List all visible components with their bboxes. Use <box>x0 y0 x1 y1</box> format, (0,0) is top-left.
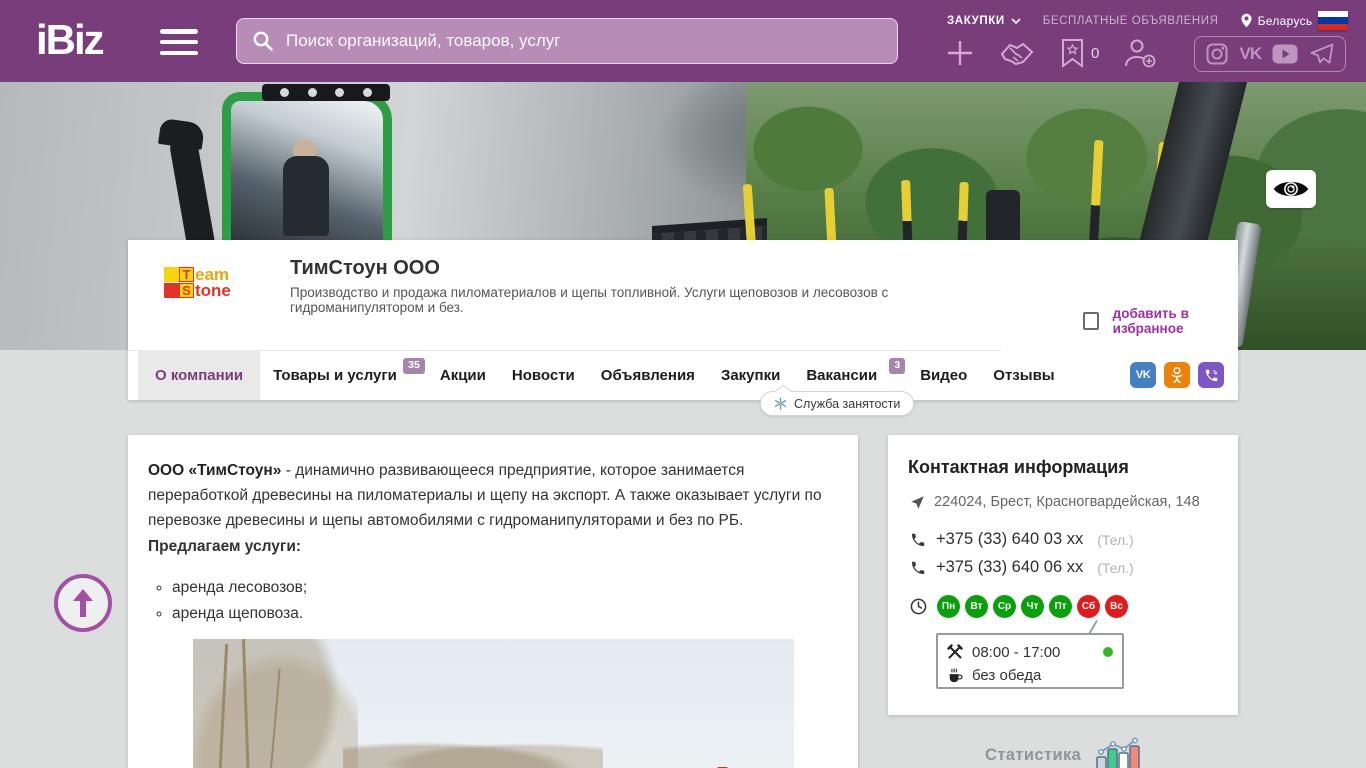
employment-service-chip[interactable]: Служба занятости <box>760 391 915 416</box>
tab-badge: 35 <box>403 358 425 374</box>
about-section: ООО «ТимСтоун» - динамично развивающееся… <box>128 435 858 768</box>
address-row: 224024, Брест, Красногвардейская, 148 <box>910 494 1200 510</box>
bookmark-star-icon <box>1062 39 1083 68</box>
list-item: аренда лесовозов; <box>172 575 838 600</box>
hamburger-menu-icon[interactable] <box>160 29 198 55</box>
company-photo <box>192 639 794 768</box>
tab-reviews[interactable]: Отзывы <box>980 350 1067 400</box>
navigation-arrow-icon <box>911 495 924 509</box>
top-link-zakupki[interactable]: ЗАКУПКИ <box>947 15 1021 27</box>
favorites-count: 0 <box>1091 44 1100 62</box>
list-item: аренда щеповоза. <box>172 601 838 626</box>
phone-number[interactable]: +375 (33) 640 03 xx <box>936 530 1083 549</box>
clock-icon <box>910 598 927 615</box>
company-description: Производство и продажа пиломатериалов и … <box>290 285 889 315</box>
company-logo: T eam S tone <box>158 254 242 338</box>
contact-info-card: Контактная информация 224024, Брест, Кра… <box>888 435 1238 715</box>
chart-icon <box>1096 737 1140 768</box>
lunch-info: без обеда <box>972 666 1042 684</box>
tools-icon <box>947 644 963 659</box>
day-badge[interactable]: Пт <box>1049 595 1072 618</box>
favorite-checkbox[interactable] <box>1083 312 1099 330</box>
working-hours: 08:00 - 17:00 <box>972 643 1061 661</box>
header: iBiz ЗАКУПКИ БЕСПЛАТНЫЕ ОБЪЯВЛЕНИЯ Белар… <box>0 0 1366 82</box>
scroll-to-top-button[interactable] <box>54 574 112 632</box>
add-to-favorites[interactable]: добавить в избранное <box>1083 306 1238 336</box>
tab-about[interactable]: О компании <box>138 350 261 400</box>
search-bar <box>236 18 898 64</box>
header-action-icons: 0 <box>946 37 1157 69</box>
day-badge[interactable]: Вс <box>1105 595 1128 618</box>
company-card: T eam S tone ТимСтоун ООО Производство и… <box>128 240 1238 400</box>
vk-icon[interactable]: VK <box>1130 362 1156 388</box>
arrow-up-icon <box>73 589 93 617</box>
day-badge[interactable]: Вт <box>965 595 988 618</box>
snowflake-icon <box>774 397 787 410</box>
company-social-links: VK <box>1130 362 1224 388</box>
coffee-cup-icon <box>949 667 963 682</box>
company-tabs: О компании Товары и услуги 35 Акции Новос… <box>138 350 1068 400</box>
viber-icon[interactable] <box>1198 362 1224 388</box>
partners-button[interactable] <box>998 38 1036 68</box>
contact-title: Контактная информация <box>908 457 1129 477</box>
day-badge[interactable]: Ср <box>993 595 1016 618</box>
vk-icon[interactable]: VK <box>1240 44 1263 64</box>
location-pin-icon <box>1241 13 1252 28</box>
telegram-icon[interactable] <box>1310 43 1334 65</box>
top-link-country[interactable]: Беларусь <box>1241 13 1313 28</box>
day-badge[interactable]: Сб <box>1077 595 1100 618</box>
day-badge[interactable]: Чт <box>1021 595 1044 618</box>
phone-row[interactable]: +375 (33) 640 03 xx (Тел.) <box>910 530 1134 549</box>
phone-number[interactable]: +375 (33) 640 06 xx <box>936 558 1083 577</box>
top-link-free-ads[interactable]: БЕСПЛАТНЫЕ ОБЪЯВЛЕНИЯ <box>1043 15 1219 27</box>
tab-video[interactable]: Видео <box>907 350 980 400</box>
handshake-icon <box>1000 42 1034 66</box>
phone-icon <box>912 561 925 574</box>
phone-icon <box>912 533 925 546</box>
search-icon <box>253 31 273 51</box>
tab-promotions[interactable]: Акции <box>427 350 499 400</box>
plus-icon <box>948 41 972 65</box>
tab-badge: 3 <box>889 358 906 374</box>
search-input[interactable] <box>286 31 883 51</box>
open-now-indicator <box>1103 647 1113 657</box>
header-social-links: VK <box>1194 36 1346 72</box>
tab-products[interactable]: Товары и услуги 35 <box>260 350 427 400</box>
tab-news[interactable]: Новости <box>499 350 588 400</box>
eye-icon <box>1273 181 1309 197</box>
working-hours-popup: 08:00 - 17:00 без обеда <box>936 633 1124 689</box>
phone-type: (Тел.) <box>1097 531 1134 548</box>
services-list: аренда лесовозов; аренда щеповоза. <box>172 575 838 626</box>
day-badge[interactable]: Пн <box>937 595 960 618</box>
top-links: ЗАКУПКИ БЕСПЛАТНЫЕ ОБЪЯВЛЕНИЯ Беларусь <box>947 13 1312 28</box>
register-button[interactable] <box>1123 37 1157 69</box>
chevron-down-icon <box>1011 17 1021 24</box>
weekday-badges: Пн Вт Ср Чт Пт Сб Вс <box>937 595 1128 618</box>
favorites-button[interactable]: 0 <box>1060 38 1099 68</box>
odnoklassniki-icon[interactable] <box>1164 362 1190 388</box>
instagram-icon[interactable] <box>1206 43 1228 65</box>
phone-type: (Тел.) <box>1097 559 1134 576</box>
accessibility-eye-button[interactable] <box>1266 170 1316 208</box>
youtube-icon[interactable] <box>1272 44 1298 64</box>
language-flag-russia[interactable] <box>1318 11 1348 30</box>
person-add-icon <box>1125 39 1156 68</box>
site-logo[interactable]: iBiz <box>36 16 105 64</box>
about-paragraph: ООО «ТимСтоун» - динамично развивающееся… <box>148 462 822 530</box>
statistics-link[interactable]: Статистика <box>985 737 1143 768</box>
working-days-row: Пн Вт Ср Чт Пт Сб Вс <box>910 595 1128 618</box>
company-address: 224024, Брест, Красногвардейская, 148 <box>934 494 1200 510</box>
company-name: ТимСтоун ООО <box>290 257 440 279</box>
services-heading: Предлагаем услуги: <box>148 537 302 555</box>
add-company-button[interactable] <box>946 39 974 67</box>
phone-row[interactable]: +375 (33) 640 06 xx (Тел.) <box>910 558 1134 577</box>
tab-ads[interactable]: Объявления <box>588 350 708 400</box>
